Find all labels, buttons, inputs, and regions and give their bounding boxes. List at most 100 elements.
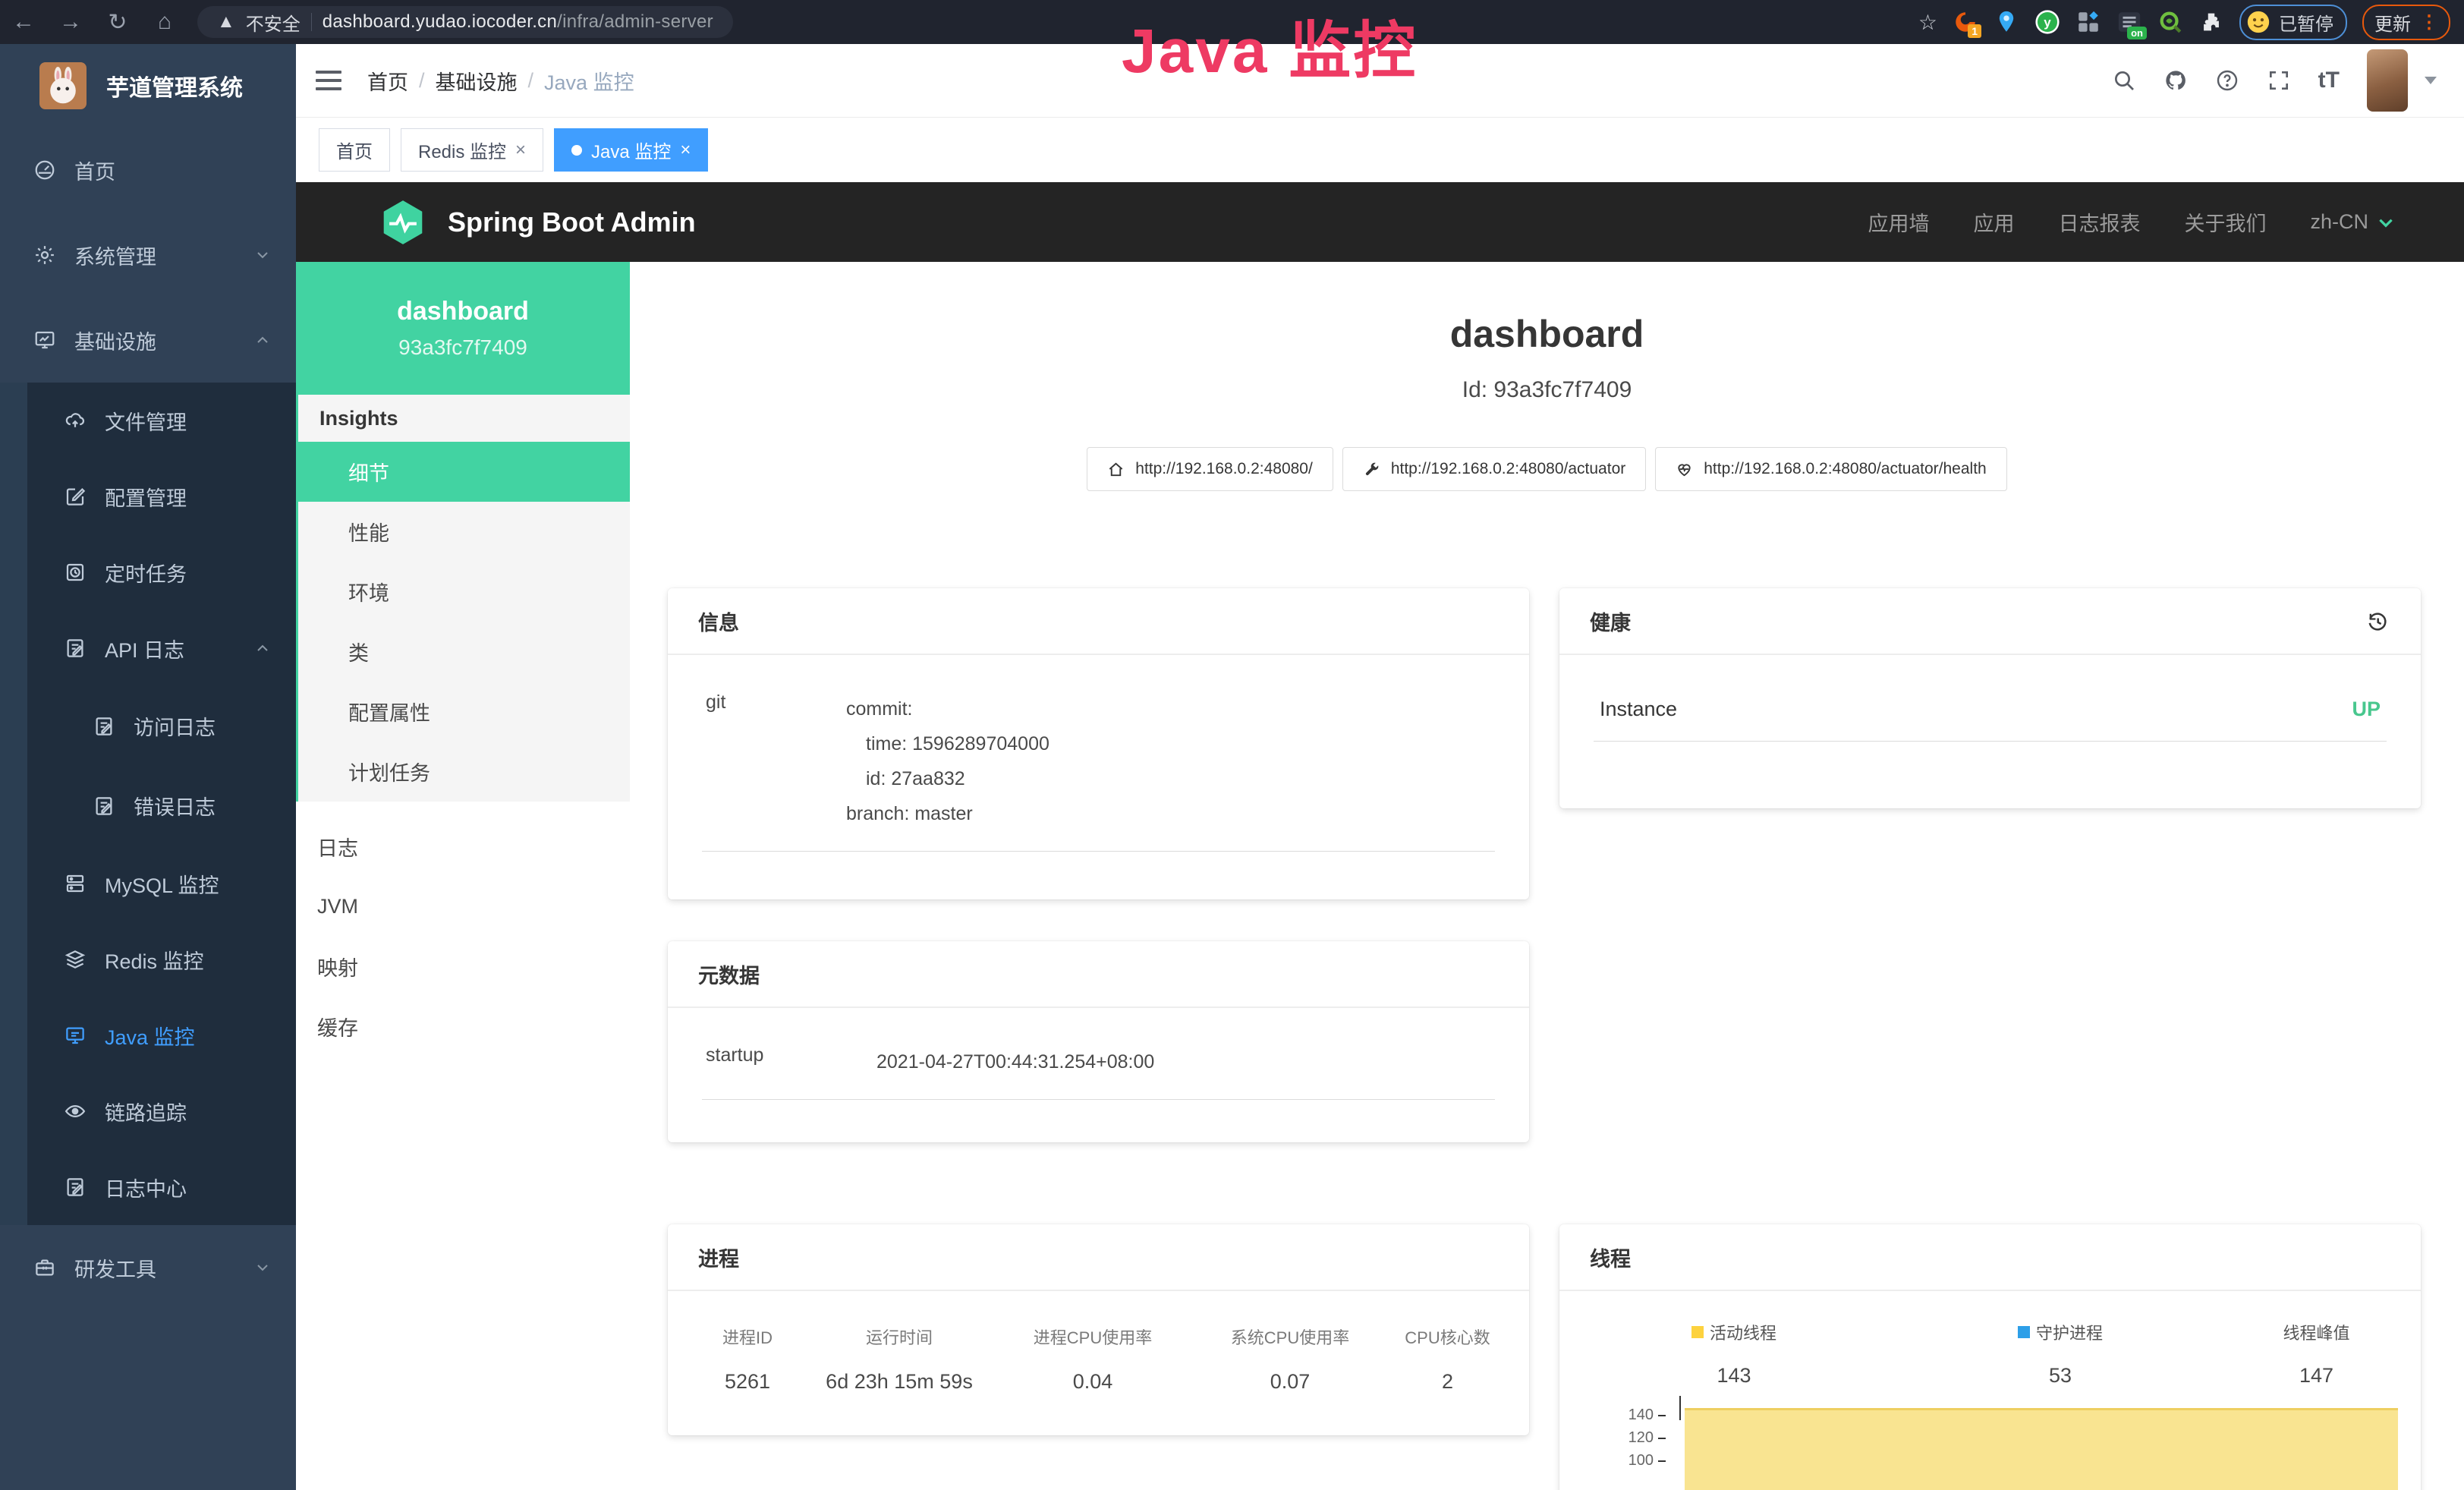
sidebar-item-log-center[interactable]: 日志中心 (0, 1149, 296, 1225)
home-icon (1107, 461, 1125, 478)
extension-leaf-icon[interactable] (2157, 9, 2183, 35)
tab-java-monitor[interactable]: Java 监控 × (554, 128, 708, 172)
sidebar-item-system[interactable]: 系统管理 (0, 213, 296, 298)
emoji-face-icon (2245, 9, 2271, 35)
url-host: dashboard.yudao.iocoder.cn (323, 11, 557, 32)
profile-paused-chip[interactable]: 已暂停 (2239, 5, 2347, 40)
history-icon[interactable] (2365, 608, 2390, 634)
sidebar-item-tracing[interactable]: 链路追踪 (0, 1073, 296, 1149)
chevron-down-icon (253, 1258, 272, 1277)
metadata-startup-row: startup 2021-04-27T00:44:31.254+08:00 (702, 1008, 1495, 1100)
threads-card-title: 线程 (1559, 1224, 2421, 1291)
extension-grid-icon[interactable] (2075, 9, 2101, 35)
sidebar-item-infrastructure[interactable]: 基础设施 (0, 298, 296, 383)
spring-boot-admin-frame: Spring Boot Admin 应用墙 应用 日志报表 关于我们 zh-CN… (296, 182, 2464, 1490)
sidebar-toggle-icon[interactable] (316, 71, 341, 90)
close-icon[interactable]: × (515, 140, 526, 161)
sba-brand-title[interactable]: Spring Boot Admin (448, 206, 696, 238)
health-instance-label: Instance (1600, 698, 1677, 721)
database-icon (62, 871, 88, 896)
live-threads-value: 143 (1559, 1364, 1909, 1388)
sidebar-item-java-monitor[interactable]: Java 监控 (0, 997, 296, 1073)
sba-menu-applications[interactable]: 应用 (1973, 207, 2014, 237)
avatar-caret-icon[interactable] (2425, 77, 2437, 84)
extension-puzzle-icon[interactable] (2198, 9, 2224, 35)
extension-pin-icon[interactable] (1994, 9, 2019, 35)
instance-id: 93a3fc7f7409 (398, 335, 527, 360)
sba-nav-details[interactable]: 细节 (298, 442, 630, 502)
log-edit-icon (91, 793, 117, 819)
annotation-java-monitor: Java 监控 (1122, 0, 1418, 90)
info-key: git (706, 691, 846, 831)
extension-colorpicker-icon[interactable]: 1 (1953, 9, 1978, 35)
address-bar[interactable]: ▲ 不安全 dashboard.yudao.iocoder.cn/infra/a… (197, 6, 733, 38)
sidebar-item-file-management[interactable]: 文件管理 (0, 383, 296, 458)
sba-nav-scheduled-tasks[interactable]: 计划任务 (298, 742, 630, 802)
sidebar-item-dev-tools[interactable]: 研发工具 (0, 1225, 296, 1310)
user-avatar[interactable] (2367, 49, 2408, 112)
metadata-card-title: 元数据 (668, 941, 1529, 1008)
browser-menu-icon[interactable]: ⋮ (2420, 11, 2438, 33)
sidebar-item-config-management[interactable]: 配置管理 (0, 458, 296, 534)
sba-nav-secondary-group: 日志 JVM 映射 缓存 (296, 802, 630, 1057)
help-icon[interactable] (2215, 68, 2239, 93)
fullscreen-icon[interactable] (2267, 68, 2291, 93)
extension-list-on-icon[interactable]: on (2116, 9, 2142, 35)
sidebar-item-redis-monitor[interactable]: Redis 监控 (0, 921, 296, 997)
sba-menu-journal[interactable]: 日志报表 (2058, 207, 2140, 237)
instance-links: http://192.168.0.2:48080/ http://192.168… (630, 447, 2464, 491)
sba-nav-environment[interactable]: 环境 (298, 562, 630, 622)
breadcrumb-home[interactable]: 首页 (367, 66, 408, 96)
sba-nav-classes[interactable]: 类 (298, 622, 630, 682)
sba-nav-mappings[interactable]: 映射 (296, 937, 630, 997)
sba-nav-jvm[interactable]: JVM (296, 877, 630, 937)
paused-label: 已暂停 (2279, 9, 2333, 36)
sidebar-item-error-logs[interactable]: 错误日志 (0, 766, 296, 846)
sba-nav-metrics[interactable]: 性能 (298, 502, 630, 562)
sba-logo-icon (378, 197, 428, 247)
actuator-url-link[interactable]: http://192.168.0.2:48080/actuator (1342, 447, 1646, 491)
tab-home[interactable]: 首页 (319, 128, 390, 172)
y-tick: 140 (1590, 1407, 1666, 1424)
breadcrumb-infrastructure[interactable]: 基础设施 (436, 66, 518, 96)
browser-forward-icon[interactable]: → (47, 9, 94, 35)
sba-menu-wallboard[interactable]: 应用墙 (1868, 207, 1929, 237)
sba-nav-config-props[interactable]: 配置属性 (298, 682, 630, 742)
sidebar-item-mysql-monitor[interactable]: MySQL 监控 (0, 846, 296, 921)
close-icon[interactable]: × (680, 140, 691, 161)
extension-y-icon[interactable]: y (2034, 9, 2060, 35)
instance-selector[interactable]: dashboard 93a3fc7f7409 (296, 262, 630, 395)
process-stat: 进程CPU使用率 0.04 (994, 1325, 1191, 1394)
eye-icon (62, 1098, 88, 1124)
browser-right-cluster: ☆ 1 y on (1918, 0, 2450, 44)
service-url-link[interactable]: http://192.168.0.2:48080/ (1087, 447, 1333, 491)
sidebar-item-access-logs[interactable]: 访问日志 (0, 686, 296, 766)
browser-update-button[interactable]: 更新 ⋮ (2362, 5, 2450, 40)
browser-home-icon[interactable]: ⌂ (141, 9, 188, 35)
browser-back-icon[interactable]: ← (0, 9, 47, 35)
threads-values: 143 53 147 (1559, 1364, 2421, 1388)
font-size-icon[interactable]: tT (2318, 68, 2340, 93)
sidebar-item-scheduled-tasks[interactable]: 定时任务 (0, 534, 296, 610)
bookmark-star-icon[interactable]: ☆ (1918, 10, 1937, 35)
metadata-value: 2021-04-27T00:44:31.254+08:00 (876, 1044, 1491, 1079)
sba-menu-about[interactable]: 关于我们 (2184, 207, 2266, 237)
sba-nav-logs[interactable]: 日志 (296, 817, 630, 877)
app-logo-row[interactable]: 芋道管理系统 (0, 44, 296, 128)
search-icon[interactable] (2112, 68, 2136, 93)
update-label: 更新 (2374, 9, 2411, 36)
monitor-icon (32, 327, 58, 353)
tab-redis-monitor[interactable]: Redis 监控 × (401, 128, 543, 172)
github-icon[interactable] (2163, 68, 2188, 93)
sidebar-item-home[interactable]: 首页 (0, 128, 296, 213)
sba-locale-select[interactable]: zh-CN (2310, 210, 2396, 234)
threads-area-chart: 140 120 100 (1590, 1407, 2398, 1490)
sidebar-item-api-logs[interactable]: API 日志 (0, 610, 296, 686)
legend-yellow-swatch (1691, 1326, 1704, 1338)
legend-peak-threads: 线程峰值 (2283, 1320, 2349, 1344)
sba-nav-caches[interactable]: 缓存 (296, 997, 630, 1057)
health-url-link[interactable]: http://192.168.0.2:48080/actuator/health (1655, 447, 2006, 491)
browser-reload-icon[interactable]: ↻ (94, 9, 141, 36)
dashboard-icon (32, 157, 58, 183)
chevron-up-icon (253, 331, 272, 349)
